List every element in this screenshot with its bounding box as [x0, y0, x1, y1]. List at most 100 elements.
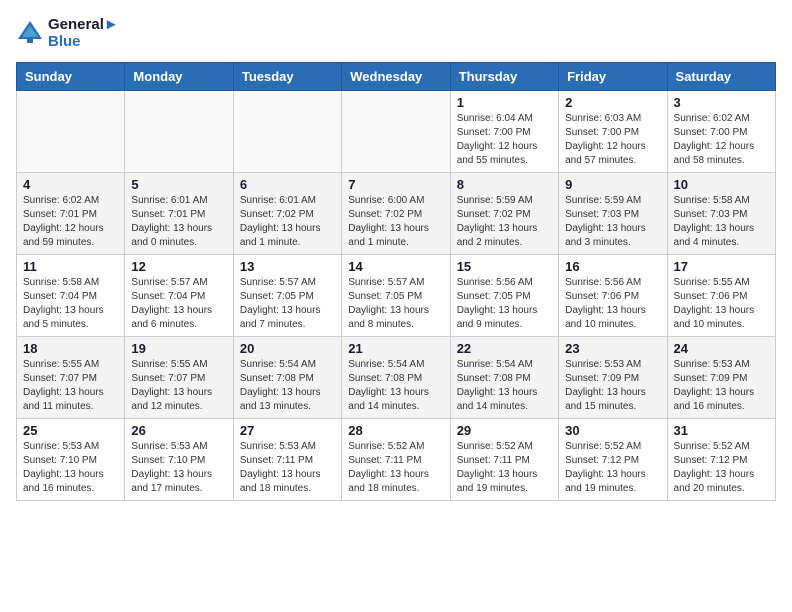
day-info: Sunrise: 5:56 AM Sunset: 7:05 PM Dayligh… [457, 276, 552, 332]
logo: General► Blue [16, 16, 119, 50]
calendar-day-cell: 18 Sunrise: 5:55 AM Sunset: 7:07 PM Dayli… [17, 337, 125, 419]
day-info: Sunrise: 5:54 AM Sunset: 7:08 PM Dayligh… [457, 358, 552, 414]
day-number: 6 [240, 177, 335, 192]
calendar-day-cell: 24Sunrise: 5:53 AM Sunset: 7:09 PM Dayli… [667, 337, 775, 419]
day-info: Sunrise: 5:53 AM Sunset: 7:10 PM Dayligh… [23, 440, 118, 496]
day-info: Sunrise: 6:02 AM Sunset: 7:01 PM Dayligh… [23, 194, 118, 250]
day-number: 2 [565, 95, 660, 110]
weekday-header-friday: Friday [559, 63, 667, 91]
day-info: Sunrise: 5:53 AM Sunset: 7:10 PM Dayligh… [131, 440, 226, 496]
day-number: 18 [23, 341, 118, 356]
calendar-day-cell: 26 Sunrise: 5:53 AM Sunset: 7:10 PM Dayli… [125, 419, 233, 501]
calendar-day-cell: 7 Sunrise: 6:00 AM Sunset: 7:02 PM Daylig… [342, 173, 450, 255]
calendar-day-cell [233, 91, 341, 173]
day-info: Sunrise: 5:58 AM Sunset: 7:03 PM Dayligh… [674, 194, 769, 250]
day-number: 10 [674, 177, 769, 192]
calendar-day-cell: 15 Sunrise: 5:56 AM Sunset: 7:05 PM Dayli… [450, 255, 558, 337]
day-info: Sunrise: 6:00 AM Sunset: 7:02 PM Dayligh… [348, 194, 443, 250]
day-number: 5 [131, 177, 226, 192]
calendar-day-cell [342, 91, 450, 173]
weekday-header-sunday: Sunday [17, 63, 125, 91]
weekday-header-thursday: Thursday [450, 63, 558, 91]
calendar-day-cell: 10 Sunrise: 5:58 AM Sunset: 7:03 PM Dayli… [667, 173, 775, 255]
calendar-day-cell: 30 Sunrise: 5:52 AM Sunset: 7:12 PM Dayli… [559, 419, 667, 501]
calendar-day-cell: 25 Sunrise: 5:53 AM Sunset: 7:10 PM Dayli… [17, 419, 125, 501]
calendar-day-cell: 12Sunrise: 5:57 AM Sunset: 7:04 PM Dayli… [125, 255, 233, 337]
day-info: Sunrise: 5:57 AM Sunset: 7:04 PM Dayligh… [131, 276, 226, 332]
calendar-day-cell: 5Sunrise: 6:01 AM Sunset: 7:01 PM Daylig… [125, 173, 233, 255]
day-info: Sunrise: 5:55 AM Sunset: 7:07 PM Dayligh… [23, 358, 118, 414]
day-info: Sunrise: 5:55 AM Sunset: 7:07 PM Dayligh… [131, 358, 226, 414]
page-header: General► Blue [16, 16, 776, 50]
day-number: 27 [240, 423, 335, 438]
day-info: Sunrise: 5:54 AM Sunset: 7:08 PM Dayligh… [348, 358, 443, 414]
day-number: 15 [457, 259, 552, 274]
calendar-day-cell: 27 Sunrise: 5:53 AM Sunset: 7:11 PM Dayli… [233, 419, 341, 501]
calendar-day-cell: 22 Sunrise: 5:54 AM Sunset: 7:08 PM Dayli… [450, 337, 558, 419]
calendar-day-cell: 29 Sunrise: 5:52 AM Sunset: 7:11 PM Dayli… [450, 419, 558, 501]
calendar-week-row: 18 Sunrise: 5:55 AM Sunset: 7:07 PM Dayli… [17, 337, 776, 419]
day-info: Sunrise: 5:52 AM Sunset: 7:11 PM Dayligh… [457, 440, 552, 496]
day-number: 4 [23, 177, 118, 192]
calendar-day-cell: 23Sunrise: 5:53 AM Sunset: 7:09 PM Dayli… [559, 337, 667, 419]
calendar-day-cell: 9Sunrise: 5:59 AM Sunset: 7:03 PM Daylig… [559, 173, 667, 255]
day-number: 16 [565, 259, 660, 274]
day-info: Sunrise: 5:53 AM Sunset: 7:11 PM Dayligh… [240, 440, 335, 496]
calendar-week-row: 25 Sunrise: 5:53 AM Sunset: 7:10 PM Dayli… [17, 419, 776, 501]
calendar-day-cell: 8Sunrise: 5:59 AM Sunset: 7:02 PM Daylig… [450, 173, 558, 255]
calendar-day-cell: 14Sunrise: 5:57 AM Sunset: 7:05 PM Dayli… [342, 255, 450, 337]
day-number: 19 [131, 341, 226, 356]
day-number: 29 [457, 423, 552, 438]
day-number: 23 [565, 341, 660, 356]
calendar-table: SundayMondayTuesdayWednesdayThursdayFrid… [16, 62, 776, 501]
weekday-header-wednesday: Wednesday [342, 63, 450, 91]
calendar-day-cell: 17 Sunrise: 5:55 AM Sunset: 7:06 PM Dayli… [667, 255, 775, 337]
day-info: Sunrise: 5:56 AM Sunset: 7:06 PM Dayligh… [565, 276, 660, 332]
day-number: 11 [23, 259, 118, 274]
calendar-day-cell: 28 Sunrise: 5:52 AM Sunset: 7:11 PM Dayli… [342, 419, 450, 501]
calendar-day-cell: 21 Sunrise: 5:54 AM Sunset: 7:08 PM Dayli… [342, 337, 450, 419]
day-number: 7 [348, 177, 443, 192]
calendar-day-cell [125, 91, 233, 173]
calendar-day-cell: 11Sunrise: 5:58 AM Sunset: 7:04 PM Dayli… [17, 255, 125, 337]
day-info: Sunrise: 5:52 AM Sunset: 7:11 PM Dayligh… [348, 440, 443, 496]
calendar-day-cell: 19 Sunrise: 5:55 AM Sunset: 7:07 PM Dayli… [125, 337, 233, 419]
calendar-day-cell [17, 91, 125, 173]
day-info: Sunrise: 6:02 AM Sunset: 7:00 PM Dayligh… [674, 112, 769, 168]
day-info: Sunrise: 6:04 AM Sunset: 7:00 PM Dayligh… [457, 112, 552, 168]
day-number: 25 [23, 423, 118, 438]
calendar-day-cell: 2 Sunrise: 6:03 AM Sunset: 7:00 PM Daylig… [559, 91, 667, 173]
weekday-header-monday: Monday [125, 63, 233, 91]
day-number: 20 [240, 341, 335, 356]
calendar-day-cell: 6 Sunrise: 6:01 AM Sunset: 7:02 PM Daylig… [233, 173, 341, 255]
day-number: 28 [348, 423, 443, 438]
day-number: 26 [131, 423, 226, 438]
calendar-day-cell: 1 Sunrise: 6:04 AM Sunset: 7:00 PM Daylig… [450, 91, 558, 173]
day-number: 17 [674, 259, 769, 274]
calendar-day-cell: 31Sunrise: 5:52 AM Sunset: 7:12 PM Dayli… [667, 419, 775, 501]
calendar-day-cell: 3 Sunrise: 6:02 AM Sunset: 7:00 PM Daylig… [667, 91, 775, 173]
day-number: 22 [457, 341, 552, 356]
day-info: Sunrise: 5:57 AM Sunset: 7:05 PM Dayligh… [348, 276, 443, 332]
weekday-header-saturday: Saturday [667, 63, 775, 91]
day-info: Sunrise: 6:03 AM Sunset: 7:00 PM Dayligh… [565, 112, 660, 168]
weekday-header-tuesday: Tuesday [233, 63, 341, 91]
day-info: Sunrise: 5:57 AM Sunset: 7:05 PM Dayligh… [240, 276, 335, 332]
calendar-day-cell: 20Sunrise: 5:54 AM Sunset: 7:08 PM Dayli… [233, 337, 341, 419]
calendar-day-cell: 16 Sunrise: 5:56 AM Sunset: 7:06 PM Dayli… [559, 255, 667, 337]
day-number: 30 [565, 423, 660, 438]
day-number: 1 [457, 95, 552, 110]
day-number: 24 [674, 341, 769, 356]
day-number: 3 [674, 95, 769, 110]
calendar-week-row: 4 Sunrise: 6:02 AM Sunset: 7:01 PM Daylig… [17, 173, 776, 255]
day-info: Sunrise: 5:52 AM Sunset: 7:12 PM Dayligh… [565, 440, 660, 496]
day-number: 21 [348, 341, 443, 356]
calendar-day-cell: 13 Sunrise: 5:57 AM Sunset: 7:05 PM Dayli… [233, 255, 341, 337]
day-info: Sunrise: 5:59 AM Sunset: 7:02 PM Dayligh… [457, 194, 552, 250]
day-info: Sunrise: 6:01 AM Sunset: 7:02 PM Dayligh… [240, 194, 335, 250]
calendar-week-row: 1 Sunrise: 6:04 AM Sunset: 7:00 PM Daylig… [17, 91, 776, 173]
day-number: 13 [240, 259, 335, 274]
day-info: Sunrise: 5:55 AM Sunset: 7:06 PM Dayligh… [674, 276, 769, 332]
day-info: Sunrise: 5:52 AM Sunset: 7:12 PM Dayligh… [674, 440, 769, 496]
day-info: Sunrise: 5:59 AM Sunset: 7:03 PM Dayligh… [565, 194, 660, 250]
